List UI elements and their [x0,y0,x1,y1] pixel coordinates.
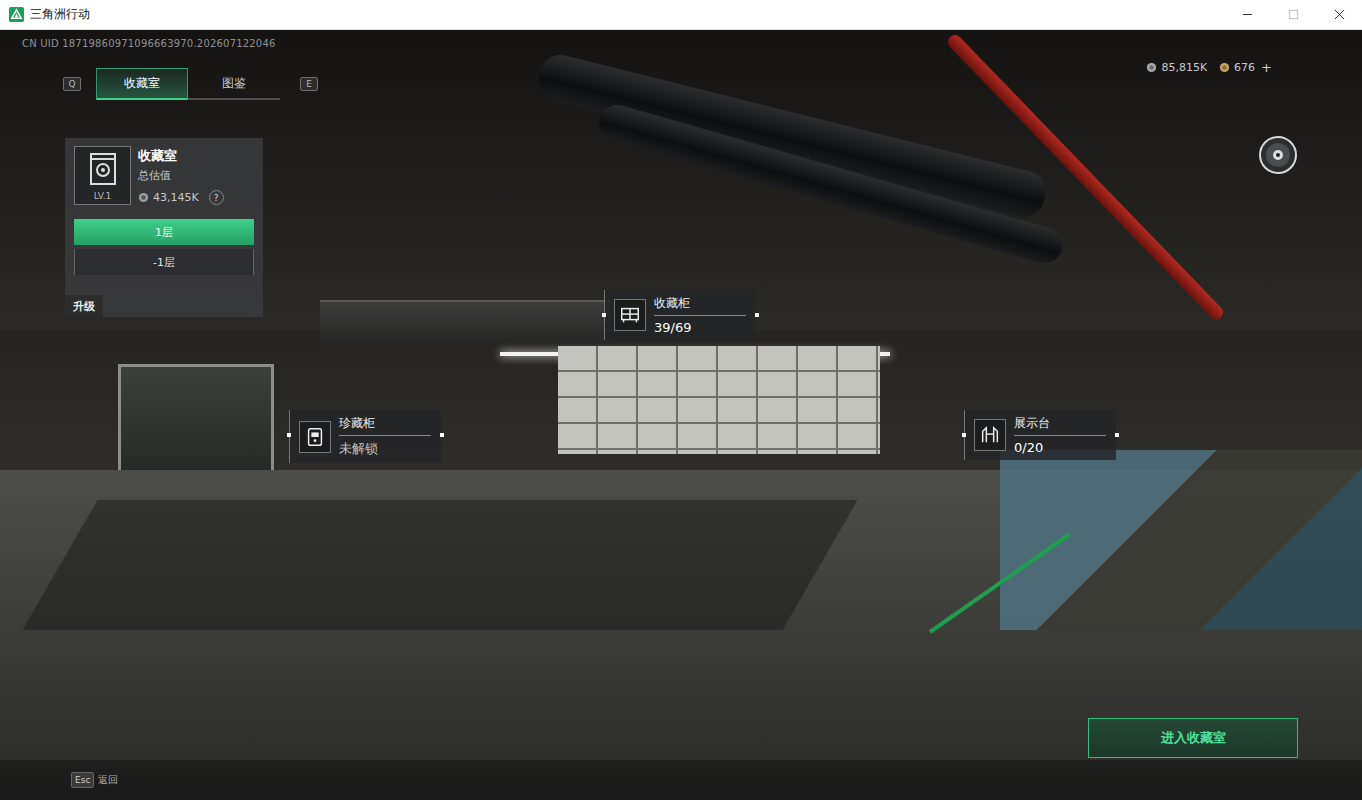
game-view: CN UID 18719860971096663970.202607122046… [0,30,1362,800]
coin-icon [1146,62,1157,73]
close-icon [1334,9,1345,20]
currency-icon [138,192,149,203]
game-logo-icon [9,7,24,22]
floor-button[interactable]: -1层 [74,249,254,275]
minimize-button[interactable] [1224,0,1270,29]
vault-icon [304,426,326,448]
hotspot[interactable]: 展示台 0/20 [964,410,1116,460]
hotspot-title: 展示台 [1014,415,1106,436]
hotspot-status: 0/20 [1014,440,1106,455]
display-stand-icon [979,424,1001,446]
disc-icon [1258,135,1298,175]
maximize-icon [1288,9,1299,20]
maximize-button[interactable] [1270,0,1316,29]
back-label[interactable]: 返回 [98,773,118,787]
tab[interactable]: 图鉴 [188,68,280,100]
help-button[interactable]: ? [209,190,224,205]
prev-tab-key[interactable]: Q [63,77,81,91]
next-tab-key[interactable]: E [300,77,318,91]
upgrade-button[interactable]: 升级 [65,295,103,317]
title-bar: 三角洲行动 [0,0,1362,30]
game-window: 三角洲行动 CN UID 18719860971096663970.2026071… [0,0,1362,800]
floor-button[interactable]: 1层 [74,219,254,245]
close-button[interactable] [1316,0,1362,29]
minimize-icon [1242,9,1253,20]
hotspot[interactable]: 珍藏柜未解锁 [289,410,441,463]
tab[interactable]: 收藏室 [96,68,188,100]
enter-room-button[interactable]: 进入收藏室 [1088,718,1298,758]
currency-item: 676 [1219,61,1255,74]
hotspot-status: 39/69 [654,320,746,335]
collection-room-icon [83,149,123,189]
hotspot[interactable]: 收藏柜 39/69 [604,290,756,340]
cabinet-icon [619,304,641,326]
hotspot-title: 珍藏柜 [339,415,431,436]
currency-item: 85,815K [1146,61,1207,74]
tab-bar: Q 收藏室图鉴 E [63,68,322,100]
footer-bar: Esc 返回 [0,760,1362,800]
music-disc-button[interactable] [1258,135,1298,175]
room-level: LV.1 [94,189,112,203]
uid-label: CN UID 18719860971096663970.202607122046 [22,38,322,49]
room-title: 收藏室 [138,147,224,165]
gem-icon [1219,62,1230,73]
room-panel: LV.1 收藏室总估值 43,145K? 1层 -1层升级 [65,138,263,317]
back-key[interactable]: Esc [71,772,94,788]
window-title: 三角洲行动 [30,6,90,23]
room-subtitle: 总估值 [138,168,224,183]
room-value: 43,145K [153,191,199,204]
hotspot-status: 未解锁 [339,440,431,458]
add-currency-button[interactable]: + [1261,60,1272,75]
currency-bar: 85,815K 676 + [1146,60,1272,75]
hotspot-title: 收藏柜 [654,295,746,316]
